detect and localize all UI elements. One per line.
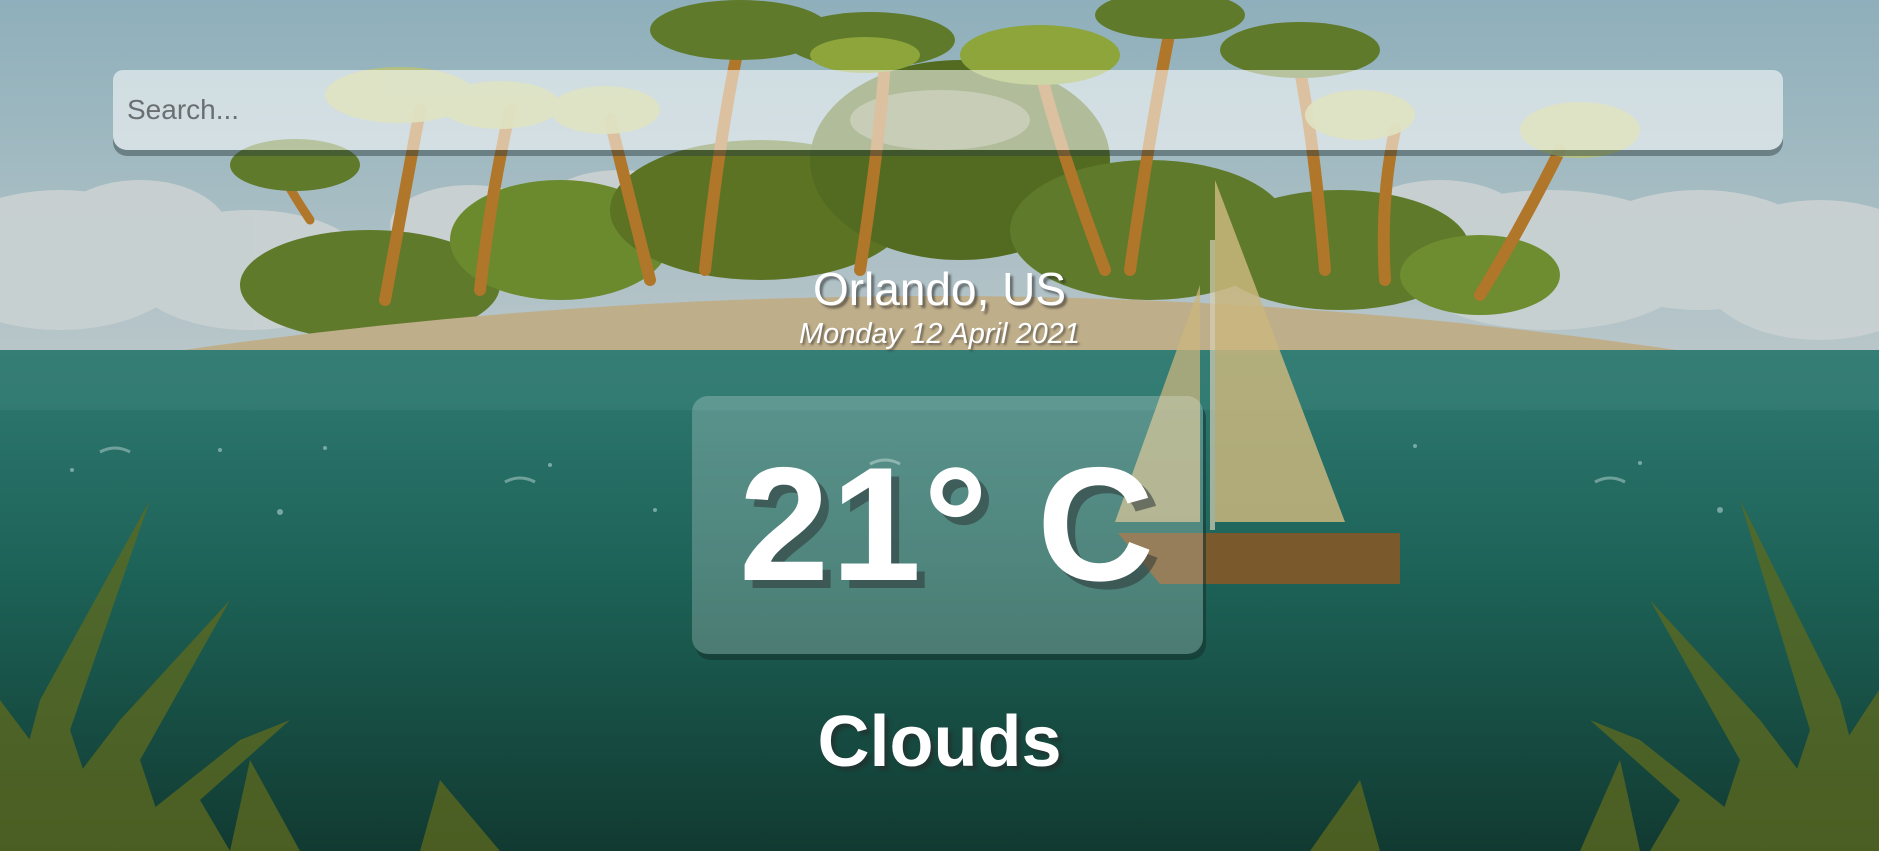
weather-app: Orlando, US Monday 12 April 2021 21° C C…	[0, 0, 1879, 851]
current-date: Monday 12 April 2021	[798, 318, 1081, 350]
location-name: Orlando, US	[812, 263, 1067, 315]
temperature-value: 21° C	[739, 434, 1156, 615]
weather-condition: Clouds	[817, 702, 1062, 782]
temperature-card: 21° C	[692, 396, 1203, 654]
search-input[interactable]	[113, 70, 1783, 150]
location-box: Orlando, US Monday 12 April 2021	[0, 262, 1879, 352]
